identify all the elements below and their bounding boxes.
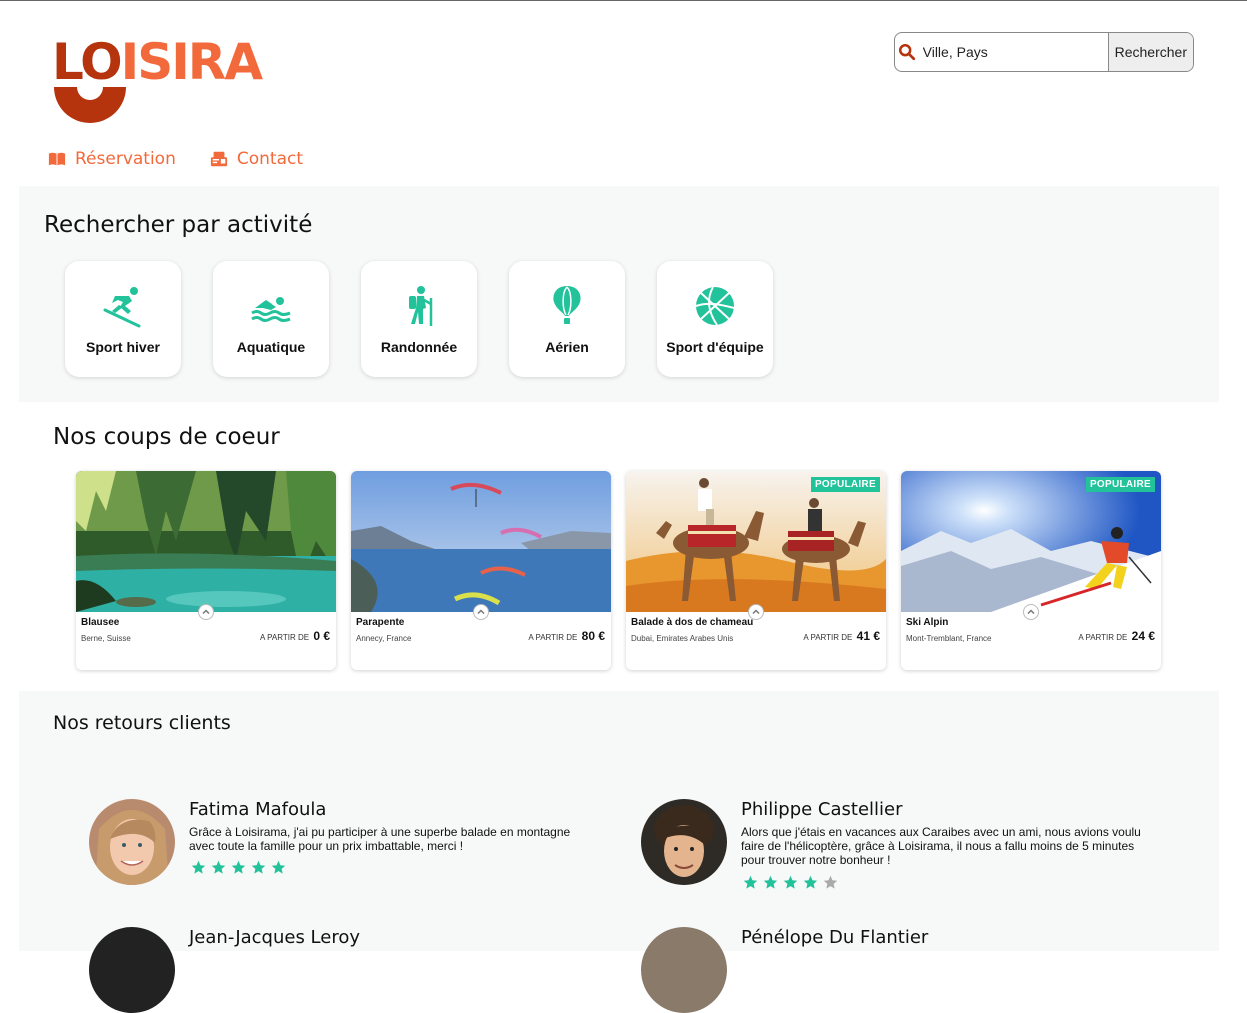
star-filled-icon: [743, 875, 758, 889]
book-icon: [48, 152, 66, 166]
category-sport-hiver[interactable]: Sport hiver: [65, 261, 181, 377]
nav-reservation-label: Réservation: [75, 149, 176, 169]
reviewer-name: Pénélope Du Flantier: [741, 927, 929, 948]
activity-card-parapente[interactable]: Parapente Annecy, France A PARTIR DE 80 …: [351, 471, 611, 670]
swimmer-icon: [251, 297, 291, 322]
category-label: Aquatique: [236, 339, 306, 355]
hiker-icon: [409, 286, 433, 326]
card-image: [76, 471, 336, 612]
price-prefix: A PARTIR DE: [803, 633, 853, 642]
reviewer-name: Fatima Mafoula: [189, 799, 327, 820]
review-text: Grâce à Loisirama, j'ai pu participer à …: [189, 825, 571, 853]
category-randonnee[interactable]: Randonnée: [361, 261, 477, 377]
category-label: Sport hiver: [86, 339, 160, 355]
category-label: Randonnée: [380, 339, 458, 355]
balloon-icon: [553, 286, 581, 324]
expand-chevron-icon[interactable]: [198, 604, 214, 620]
avatar: [641, 799, 727, 885]
card-title: Balade à dos de chameau: [631, 617, 754, 628]
activities-title: Rechercher par activité: [44, 212, 313, 238]
star-filled-icon: [251, 860, 266, 874]
activity-card-ski-alpin[interactable]: POPULAIRE Ski Alpin Mont-Tremblant, Fran…: [901, 471, 1161, 670]
logo-wordmark: LOISIRA: [52, 33, 263, 91]
card-price: A PARTIR DE 0 €: [260, 629, 330, 643]
card-location: Berne, Suisse: [81, 634, 131, 643]
price-value: 24 €: [1131, 629, 1155, 643]
nav-contact[interactable]: Contact: [210, 149, 303, 169]
logo-smile-icon: [54, 87, 126, 123]
star-filled-icon: [803, 875, 818, 889]
expand-chevron-icon[interactable]: [1023, 604, 1039, 620]
review-text: Alors que j'étais en vacances aux Caraib…: [741, 825, 1141, 867]
category-sport-equipe[interactable]: Sport d'équipe: [657, 261, 773, 377]
popular-badge: POPULAIRE: [810, 477, 880, 492]
nav-contact-label: Contact: [236, 149, 303, 169]
search-button[interactable]: Rechercher: [1107, 33, 1193, 71]
star-filled-icon: [783, 875, 798, 889]
card-price: A PARTIR DE 24 €: [1078, 629, 1155, 643]
activities-section: Rechercher par activité Sport hiver Aqua…: [19, 186, 1219, 402]
search-bar: Rechercher: [894, 32, 1194, 72]
star-filled-icon: [271, 860, 286, 874]
main-nav: Réservation Contact: [48, 149, 303, 169]
search-icon[interactable]: [895, 33, 919, 71]
star-filled-icon: [191, 860, 206, 874]
card-title: Ski Alpin: [906, 617, 949, 628]
card-title: Parapente: [356, 617, 405, 628]
nav-reservation[interactable]: Réservation: [48, 149, 176, 169]
card-image: POPULAIRE: [626, 471, 886, 612]
activity-card-blausee[interactable]: Blausee Berne, Suisse A PARTIR DE 0 €: [76, 471, 336, 670]
reviews-section: Nos retours clients Fatima Mafoula Grâce…: [19, 691, 1219, 1013]
avatar: [89, 927, 175, 1013]
avatar: [89, 799, 175, 885]
price-prefix: A PARTIR DE: [260, 633, 310, 642]
favorites-title: Nos coups de coeur: [53, 424, 280, 450]
price-value: 41 €: [856, 629, 880, 643]
card-image: POPULAIRE: [901, 471, 1161, 612]
rating-stars: [191, 860, 286, 875]
contact-icon: [210, 151, 227, 167]
star-empty-icon: [823, 875, 838, 889]
logo-part-lo: LO: [52, 33, 123, 91]
search-input[interactable]: [918, 33, 1108, 71]
price-prefix: A PARTIR DE: [1078, 633, 1128, 642]
logo-part-isira: ISIRA: [120, 33, 263, 91]
skier-icon: [103, 287, 141, 328]
card-location: Mont-Tremblant, France: [906, 634, 992, 643]
category-label: Aérien: [545, 339, 589, 355]
activity-card-chameau[interactable]: POPULAIRE Balade à dos de chameau Dubai,…: [626, 471, 886, 670]
category-aerien[interactable]: Aérien: [509, 261, 625, 377]
popular-badge: POPULAIRE: [1085, 477, 1155, 492]
price-value: 0 €: [313, 629, 330, 643]
card-image: [351, 471, 611, 612]
card-price: A PARTIR DE 80 €: [528, 629, 605, 643]
reviewer-name: Philippe Castellier: [741, 799, 903, 820]
category-label: Sport d'équipe: [666, 339, 764, 355]
price-prefix: A PARTIR DE: [528, 633, 578, 642]
reviewer-name: Jean-Jacques Leroy: [189, 927, 361, 948]
card-price: A PARTIR DE 41 €: [803, 629, 880, 643]
category-aquatique[interactable]: Aquatique: [213, 261, 329, 377]
basketball-icon: [695, 286, 735, 326]
card-title: Blausee: [81, 617, 120, 628]
rating-stars: [743, 875, 838, 890]
avatar: [641, 927, 727, 1013]
reviews-title: Nos retours clients: [53, 712, 231, 734]
price-value: 80 €: [581, 629, 605, 643]
card-location: Annecy, France: [356, 634, 412, 643]
card-location: Dubai, Emirates Arabes Unis: [631, 634, 734, 643]
expand-chevron-icon[interactable]: [473, 604, 489, 620]
logo[interactable]: LOISIRA: [52, 35, 292, 129]
star-filled-icon: [231, 860, 246, 874]
star-filled-icon: [763, 875, 778, 889]
star-filled-icon: [211, 860, 226, 874]
